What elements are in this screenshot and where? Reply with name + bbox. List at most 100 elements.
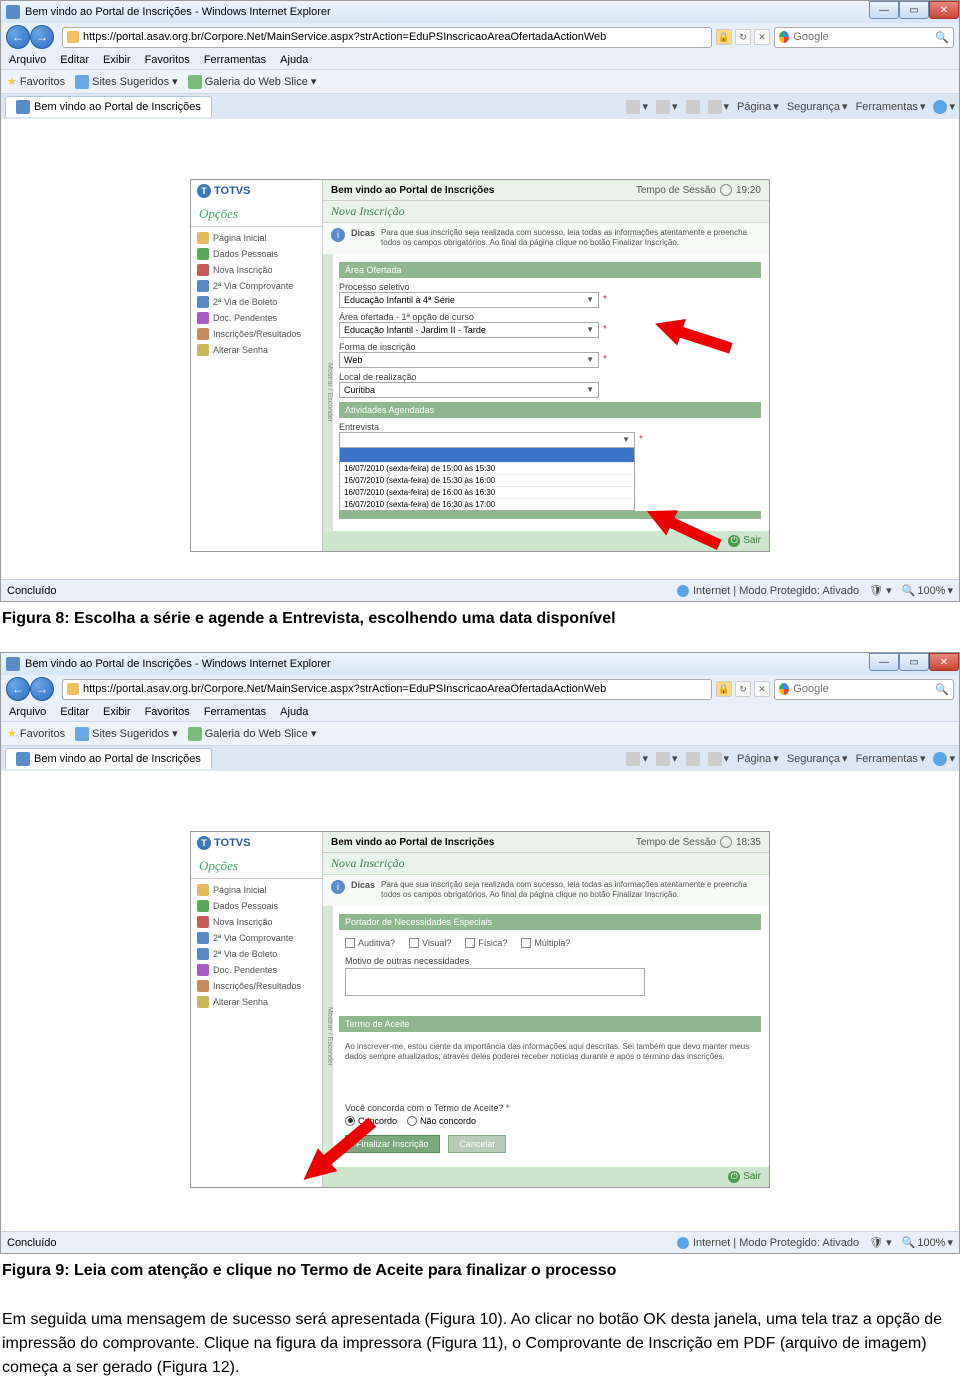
browser-tab[interactable]: Bem vindo ao Portal de Inscrições (5, 96, 212, 117)
menu-pagina-inicial[interactable]: Página Inicial (191, 230, 322, 246)
check-multipla[interactable]: Múltipla? (521, 938, 570, 948)
favbar-galeria[interactable]: Galeria do Web Slice ▾ (188, 727, 317, 741)
cancelar-button[interactable]: Cancelar (448, 1135, 506, 1153)
menu-favoritos[interactable]: Favoritos (145, 706, 190, 718)
menu-nova-inscricao[interactable]: Nova Inscrição (191, 914, 322, 930)
processo-select[interactable]: Educação Infantil à 4ª Série▼ (339, 292, 599, 308)
check-fisica[interactable]: Física? (465, 938, 507, 948)
maximize-button[interactable]: ▭ (899, 1, 929, 19)
refresh-icon[interactable]: ↻ (735, 681, 751, 697)
dropdown-option[interactable]: 16/07/2010 (sexta-feira) de 16:00 às 16:… (340, 486, 634, 498)
menu-editar[interactable]: Editar (60, 54, 89, 66)
favbar-galeria[interactable]: Galeria do Web Slice ▾ (188, 75, 317, 89)
entrevista-select[interactable]: ▼ (339, 432, 635, 448)
menu-alterar-senha[interactable]: Alterar Senha (191, 994, 322, 1010)
menu-pagina-inicial[interactable]: Página Inicial (191, 882, 322, 898)
help-icon[interactable]: ▾ (933, 100, 955, 114)
menu-2via-comprovante[interactable]: 2ª Via Comprovante (191, 930, 322, 946)
motivo-textarea[interactable] (345, 968, 645, 996)
menu-arquivo[interactable]: Arquivo (9, 706, 46, 718)
sair-button[interactable]: ⏻Sair (728, 1171, 761, 1183)
menu-ajuda[interactable]: Ajuda (280, 706, 308, 718)
dropdown-option[interactable]: 16/07/2010 (sexta-feira) de 16:30 às 17:… (340, 498, 634, 510)
menu-editar[interactable]: Editar (60, 706, 89, 718)
menu-2via-boleto[interactable]: 2ª Via de Boleto (191, 294, 322, 310)
dropdown-option[interactable]: 16/07/2010 (sexta-feira) de 15:30 às 16:… (340, 474, 634, 486)
forward-button[interactable]: → (30, 677, 54, 701)
maximize-button[interactable]: ▭ (899, 653, 929, 671)
home-icon[interactable]: ▾ (626, 752, 648, 766)
check-auditiva[interactable]: Auditiva? (345, 938, 395, 948)
home-icon[interactable]: ▾ (626, 100, 648, 114)
refresh-icon[interactable]: ↻ (735, 29, 751, 45)
search-input[interactable] (793, 683, 935, 695)
menu-dados-pessoais[interactable]: Dados Pessoais (191, 898, 322, 914)
address-bar[interactable] (62, 679, 712, 700)
security-lock-icon[interactable]: 🔒 (716, 681, 732, 697)
forma-select[interactable]: Web▼ (339, 352, 599, 368)
menu-dados-pessoais[interactable]: Dados Pessoais (191, 246, 322, 262)
favbar-sites[interactable]: Sites Sugeridos ▾ (75, 727, 178, 741)
menu-arquivo[interactable]: Arquivo (9, 54, 46, 66)
zoom-control[interactable]: 🔍 100% ▾ (902, 584, 953, 597)
url-input[interactable] (83, 683, 707, 695)
address-bar[interactable] (62, 27, 712, 48)
local-select[interactable]: Curitiba▼ (339, 382, 599, 398)
menu-ajuda[interactable]: Ajuda (280, 54, 308, 66)
radio-nao-concordo[interactable]: Não concordo (407, 1116, 476, 1126)
dropdown-option[interactable]: 16/07/2010 (sexta-feira) de 15:00 às 15:… (340, 462, 634, 474)
dropdown-selected-blank[interactable] (340, 448, 634, 462)
menu-2via-boleto[interactable]: 2ª Via de Boleto (191, 946, 322, 962)
menu-favoritos[interactable]: Favoritos (145, 54, 190, 66)
collapse-handle[interactable]: Mostrar / Esconder (323, 254, 333, 531)
page-menu[interactable]: Página ▾ (737, 100, 779, 113)
sair-button[interactable]: ⏻Sair (728, 535, 761, 547)
menu-nova-inscricao[interactable]: Nova Inscrição (191, 262, 322, 278)
favbar-sites[interactable]: Sites Sugeridos ▾ (75, 75, 178, 89)
stop-icon[interactable]: ✕ (754, 29, 770, 45)
mail-icon[interactable] (686, 752, 700, 766)
security-lock-icon[interactable]: 🔒 (716, 29, 732, 45)
stop-icon[interactable]: ✕ (754, 681, 770, 697)
search-input[interactable] (793, 31, 935, 43)
menu-exibir[interactable]: Exibir (103, 706, 131, 718)
collapse-handle[interactable]: Mostrar / Esconder (323, 906, 333, 1167)
favorites-button[interactable]: ★Favoritos (7, 75, 65, 88)
menu-ferramentas[interactable]: Ferramentas (204, 54, 266, 66)
back-button[interactable]: ← (6, 25, 30, 49)
search-icon[interactable]: 🔍 (935, 683, 949, 696)
help-icon[interactable]: ▾ (933, 752, 955, 766)
menu-inscricoes-resultados[interactable]: Inscrições/Resultados (191, 326, 322, 342)
feeds-icon[interactable]: ▾ (656, 100, 678, 114)
check-visual[interactable]: Visual? (409, 938, 451, 948)
search-icon[interactable]: 🔍 (935, 31, 949, 44)
menu-ferramentas[interactable]: Ferramentas (204, 706, 266, 718)
browser-tab[interactable]: Bem vindo ao Portal de Inscrições (5, 748, 212, 769)
menu-exibir[interactable]: Exibir (103, 54, 131, 66)
search-box[interactable]: 🔍 (774, 679, 954, 700)
menu-doc-pendentes[interactable]: Doc. Pendentes (191, 310, 322, 326)
protected-mode-icon[interactable]: 🛡 ▾ (869, 584, 892, 597)
url-input[interactable] (83, 31, 707, 43)
area-select[interactable]: Educação Infantil - Jardim II - Tarde▼ (339, 322, 599, 338)
menu-doc-pendentes[interactable]: Doc. Pendentes (191, 962, 322, 978)
print-icon[interactable]: ▾ (708, 100, 730, 114)
minimize-button[interactable]: — (869, 653, 899, 671)
zoom-control[interactable]: 🔍 100% ▾ (902, 1236, 953, 1249)
menu-alterar-senha[interactable]: Alterar Senha (191, 342, 322, 358)
protected-mode-icon[interactable]: 🛡 ▾ (869, 1236, 892, 1249)
tools-menu[interactable]: Ferramentas ▾ (856, 100, 926, 113)
favorites-button[interactable]: ★Favoritos (7, 727, 65, 740)
print-icon[interactable]: ▾ (708, 752, 730, 766)
page-menu[interactable]: Página ▾ (737, 752, 779, 765)
safety-menu[interactable]: Segurança ▾ (787, 100, 848, 113)
menu-2via-comprovante[interactable]: 2ª Via Comprovante (191, 278, 322, 294)
entrevista-dropdown[interactable]: 16/07/2010 (sexta-feira) de 15:00 às 15:… (339, 447, 635, 511)
back-button[interactable]: ← (6, 677, 30, 701)
mail-icon[interactable] (686, 100, 700, 114)
menu-inscricoes-resultados[interactable]: Inscrições/Resultados (191, 978, 322, 994)
safety-menu[interactable]: Segurança ▾ (787, 752, 848, 765)
forward-button[interactable]: → (30, 25, 54, 49)
tools-menu[interactable]: Ferramentas ▾ (856, 752, 926, 765)
minimize-button[interactable]: — (869, 1, 899, 19)
